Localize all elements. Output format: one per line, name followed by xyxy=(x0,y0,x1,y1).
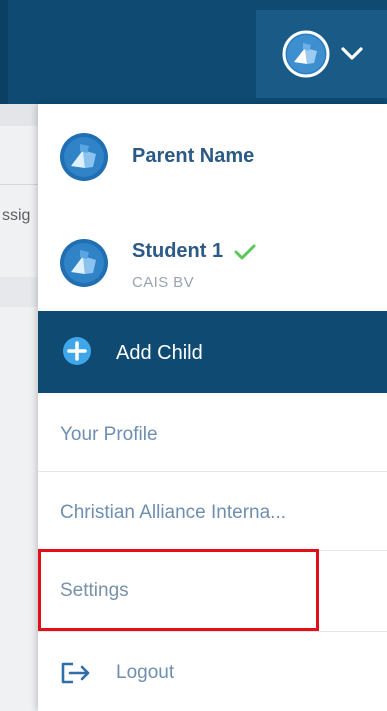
school-logo-icon xyxy=(59,132,109,182)
account-menu-toggle[interactable] xyxy=(256,10,387,98)
background-divider xyxy=(0,184,38,185)
background-tab-label: ssig xyxy=(2,207,31,224)
student-name: Student 1 xyxy=(132,240,224,262)
menu-divider xyxy=(38,631,387,632)
add-child-label: Add Child xyxy=(116,342,203,364)
check-icon xyxy=(233,243,257,261)
logout-link[interactable]: Logout xyxy=(116,662,174,684)
school-logo-icon xyxy=(281,29,331,79)
background-row xyxy=(0,104,38,126)
organization-link[interactable]: Christian Alliance Interna... xyxy=(60,502,332,524)
header-left-strip xyxy=(0,0,8,104)
menu-divider xyxy=(38,471,387,472)
student-account-item[interactable]: Student 1 CAIS BV xyxy=(38,208,387,302)
plus-circle-icon xyxy=(62,336,92,366)
student-school: CAIS BV xyxy=(132,274,194,291)
top-header-bar xyxy=(0,0,387,104)
parent-name: Parent Name xyxy=(132,145,255,167)
student-name-line: Student 1 xyxy=(132,240,257,263)
school-logo-icon xyxy=(59,238,109,288)
settings-highlight-box xyxy=(38,549,319,631)
parent-account-item[interactable]: Parent Name xyxy=(38,104,387,208)
background-row xyxy=(0,277,38,307)
logout-icon xyxy=(60,662,92,684)
your-profile-link[interactable]: Your Profile xyxy=(60,424,158,446)
account-dropdown-menu: Parent Name Student 1 CAIS BV Add Child … xyxy=(38,104,387,711)
chevron-down-icon xyxy=(340,47,363,61)
